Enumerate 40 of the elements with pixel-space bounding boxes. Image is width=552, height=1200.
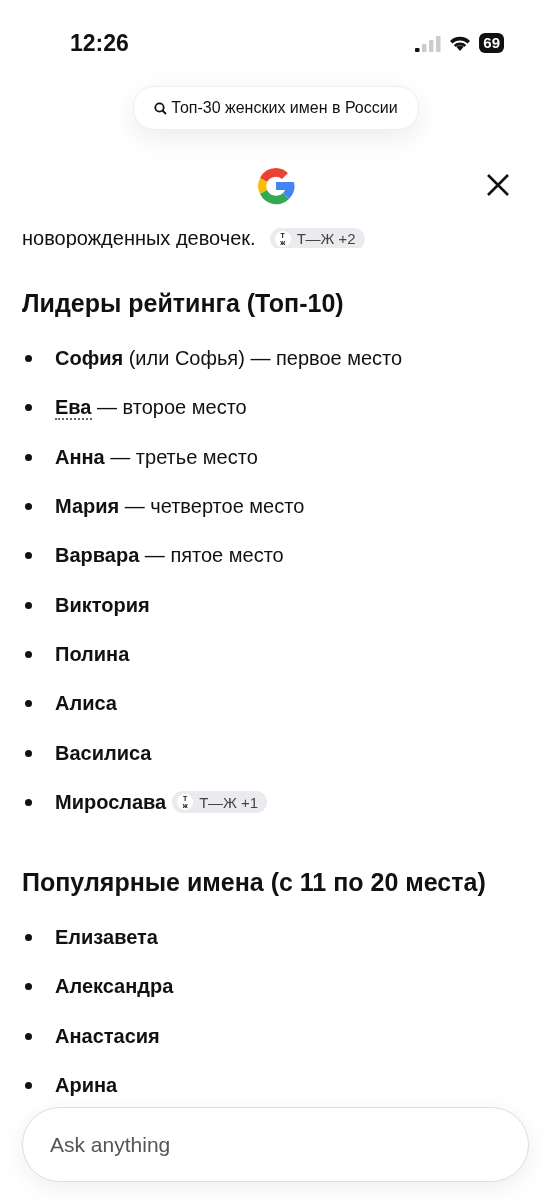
section-heading: Популярные имена (с 11 по 20 места) — [22, 867, 487, 897]
list-item-text: Александра — [55, 975, 174, 999]
list-item-text: Виктория — [55, 593, 150, 617]
bullet-icon — [25, 798, 32, 806]
bullet-icon — [25, 503, 32, 511]
bullet-icon — [25, 650, 32, 658]
list-item-text: Василиса — [55, 741, 152, 765]
wifi-icon — [448, 34, 473, 52]
bullet-icon — [25, 552, 32, 560]
bullet-icon — [25, 601, 32, 609]
list-item-text: Алиса — [55, 692, 117, 716]
list-item-text: София (или Софья) — первое место — [55, 347, 403, 371]
list-item-text: Варвара — пятое место — [55, 544, 284, 568]
bullet-icon — [25, 404, 32, 412]
list-item-text: Ева — второе место — [55, 396, 247, 420]
ask-input-field[interactable]: Ask anything — [22, 1107, 529, 1182]
query-pill[interactable]: Топ-30 женских имен в России — [133, 86, 419, 130]
battery-level: 69 — [479, 33, 504, 53]
bullet-icon — [25, 983, 32, 991]
signal-icon — [415, 34, 442, 52]
bullet-icon — [25, 700, 32, 708]
list-item-text: Мария — четвертое место — [55, 495, 305, 519]
query-text: Топ-30 женских имен в России — [171, 99, 398, 117]
bullet-icon — [25, 453, 32, 461]
list-item-text: Елизавета — [55, 926, 158, 950]
section-heading: Лидеры рейтинга (Топ-10) — [22, 289, 345, 318]
chip-label: Т—Ж +2 — [296, 230, 356, 247]
search-icon — [154, 101, 168, 115]
list-item-text: Мирослава — [55, 790, 167, 814]
bullet-icon — [25, 1082, 32, 1089]
list-item-text: Полина — [55, 642, 130, 666]
bullet-icon — [25, 749, 32, 757]
list-item-text: Анастасия — [55, 1024, 160, 1048]
clock: 12:26 — [70, 29, 129, 57]
bullet-icon — [25, 355, 32, 363]
bullet-icon — [25, 1032, 32, 1040]
list-item-text: Анна — третье место — [55, 445, 258, 469]
chip-label: Т—Ж +1 — [199, 793, 259, 811]
bullet-icon — [25, 934, 32, 942]
list-item-text: Арина — [55, 1074, 118, 1097]
